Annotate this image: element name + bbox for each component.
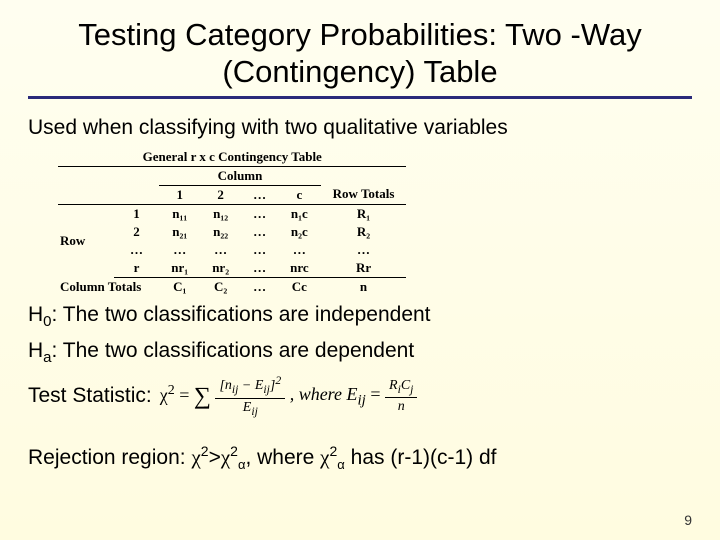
gt: > [209,446,221,469]
row-total: … [321,241,407,259]
row-num: 2 [114,223,160,241]
row-totals-head: Row Totals [321,185,407,204]
chi-symbol: χ [191,445,200,469]
intro-text: Used when classifying with two qualitati… [28,115,692,141]
column-group: Column [159,166,320,185]
col-head: 1 [159,185,200,204]
chi-symbol: χ [221,445,230,469]
cell: nrc [278,259,321,278]
row-total: R₂ [321,223,407,241]
grand-total: n [321,277,407,296]
chi-symbol: χ [320,445,329,469]
col-head: … [241,185,278,204]
cell: n₁c [278,204,321,223]
cell: n₁₂ [200,204,241,223]
h0: H0: The two classifications are independ… [28,302,692,332]
page-title: Testing Category Probabilities: Two -Way… [28,16,692,90]
rejection-region: Rejection region: χ2>χ2α, where χ2α has … [28,443,692,473]
row-num: … [114,241,160,259]
cell: n₂c [278,223,321,241]
ha-label: H [28,339,43,362]
col-head: 2 [200,185,241,204]
cell: … [241,259,278,278]
cell: n₁₁ [159,204,200,223]
test-statistic: Test Statistic: χ2 = ∑ [nij − Eij]2 Eij … [28,374,692,419]
cell: nr₁ [159,259,200,278]
chi-sup: 2 [230,443,238,459]
ha: Ha: The two classifications are dependen… [28,338,692,368]
title-divider [28,96,692,99]
col-total: Cc [278,277,321,296]
row-total: Rr [321,259,407,278]
rej-tail: has (r-1)(c-1) df [345,446,497,469]
page-number: 9 [684,512,692,528]
rej-mid: , where [245,446,320,469]
col-total: … [241,277,278,296]
col-total: C₂ [200,277,241,296]
contingency-table: General r x c Contingency Table Column 1… [58,148,692,296]
col-totals-label: Column Totals [58,277,159,296]
chi-square-formula: χ2 = ∑ [nij − Eij]2 Eij , where Eij = Ri… [160,374,418,419]
col-total: C₁ [159,277,200,296]
row-num: r [114,259,160,278]
chi-sup: 2 [201,443,209,459]
cell: n₂₂ [200,223,241,241]
row-num: 1 [114,204,160,223]
cell: … [159,241,200,259]
h0-sub: 0 [43,313,51,330]
rejection-prefix: Rejection region: [28,446,191,469]
h0-label: H [28,303,43,326]
cell: nr₂ [200,259,241,278]
cell: … [200,241,241,259]
test-stat-label: Test Statistic: [28,383,152,409]
cell: … [241,223,278,241]
cell: n₂₁ [159,223,200,241]
cell: … [278,241,321,259]
cell: … [241,204,278,223]
h0-text: : The two classifications are independen… [52,303,431,326]
alpha-sub: α [337,457,345,472]
cell: … [241,241,278,259]
table-caption: General r x c Contingency Table [58,148,406,167]
ha-text: : The two classifications are dependent [52,339,415,362]
row-total: R₁ [321,204,407,223]
ha-sub: a [43,349,51,366]
col-head: c [278,185,321,204]
row-label: Row [58,204,114,277]
